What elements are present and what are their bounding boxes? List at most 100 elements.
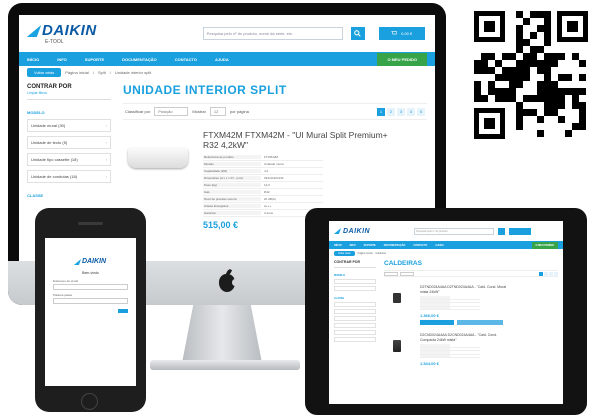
qr-module xyxy=(579,109,586,116)
page-button[interactable] xyxy=(549,271,553,276)
qr-module xyxy=(579,123,586,130)
search-input[interactable]: Pesquisa pelo nº do produto xyxy=(414,227,495,235)
product-price: 1.544,00 € xyxy=(420,361,439,366)
spec-value: A+++ xyxy=(264,204,272,208)
page-button[interactable] xyxy=(544,271,548,276)
page-button[interactable]: 5 xyxy=(417,107,425,116)
clear-filters-link[interactable]: Limpar filtros xyxy=(27,91,111,95)
qr-module xyxy=(481,67,488,74)
product-name[interactable]: D2TND024A4AA D2TND024A4AA - "Cald. Cond.… xyxy=(420,285,510,294)
nav-item-documentation[interactable]: DOCUMENTAÇÃO xyxy=(384,244,406,247)
boiler-image xyxy=(393,293,401,303)
qr-module xyxy=(544,67,551,74)
nav-item-home[interactable]: INÍCIO xyxy=(334,244,342,247)
nav-item-info[interactable]: INFO xyxy=(350,244,356,247)
my-order-button[interactable]: O MEU PEDIDO xyxy=(531,241,558,249)
nav-item-contact[interactable]: CONTACTO xyxy=(175,57,197,62)
page-button[interactable]: 1 xyxy=(377,107,385,116)
product-price: 1.366,00 € xyxy=(420,313,439,318)
spec-key: Garantia xyxy=(203,211,261,215)
qr-module xyxy=(509,88,516,95)
daikin-logo[interactable]: DAIKIN xyxy=(333,228,370,235)
product-image[interactable] xyxy=(384,285,410,311)
product-image[interactable] xyxy=(123,130,193,186)
filter-item[interactable] xyxy=(334,309,376,314)
details-button[interactable] xyxy=(457,320,503,325)
nav-item-help[interactable]: AJUDA xyxy=(215,57,229,62)
qr-module xyxy=(544,60,551,67)
apple-logo-icon xyxy=(219,274,238,292)
nav-item-info[interactable]: INFO xyxy=(57,57,67,62)
password-field[interactable] xyxy=(53,298,128,304)
qr-module xyxy=(544,39,551,46)
nav-item-documentation[interactable]: DOCUMENTAÇÃO xyxy=(122,57,157,62)
filter-item[interactable] xyxy=(334,279,376,284)
filter-item[interactable] xyxy=(334,330,376,335)
email-field[interactable] xyxy=(53,284,128,290)
sort-select[interactable] xyxy=(384,271,398,276)
qr-module xyxy=(579,74,586,81)
back-button[interactable]: Voltar atrás xyxy=(27,68,62,77)
qr-module xyxy=(537,25,544,32)
filter-item[interactable] xyxy=(334,286,376,291)
qr-module xyxy=(544,32,551,39)
qr-module xyxy=(530,60,537,67)
back-button[interactable]: Voltar atrás xyxy=(334,250,355,256)
login-title: Bem-vindo xyxy=(82,271,99,275)
qr-module xyxy=(474,67,481,74)
product-name[interactable]: FTXM42M FTXM42M - "UI Mural Split Premiu… xyxy=(203,130,403,150)
filter-item[interactable] xyxy=(334,323,376,328)
page-button[interactable] xyxy=(554,271,558,276)
qr-module xyxy=(544,11,551,18)
filter-item[interactable] xyxy=(334,337,376,342)
per-page-select[interactable]: 12 xyxy=(209,107,226,116)
breadcrumb-home[interactable]: Página inicial xyxy=(65,70,89,75)
filter-item[interactable] xyxy=(334,316,376,321)
filter-title: CONTRAR POR Limpar filtros xyxy=(27,84,111,100)
page-button[interactable] xyxy=(539,271,543,276)
search-input[interactable]: Pesquisa pelo nº do produto, nome da sér… xyxy=(202,27,343,40)
my-order-button[interactable]: O MEU PEDIDO xyxy=(377,52,427,66)
nav-item-contact[interactable]: CONTACTO xyxy=(413,244,427,247)
spec-key: Nível de pressão sonora xyxy=(203,197,261,201)
qr-module xyxy=(558,88,565,95)
qr-module xyxy=(516,46,523,53)
cart-button[interactable] xyxy=(509,227,532,235)
per-page-select[interactable] xyxy=(400,271,414,276)
page-button[interactable]: 3 xyxy=(397,107,405,116)
sort-select[interactable]: Posição xyxy=(154,107,189,116)
nav-item-help[interactable]: AJUDA xyxy=(435,244,444,247)
add-to-cart-button[interactable] xyxy=(420,320,454,325)
nav-item-support[interactable]: SUPORTE xyxy=(85,57,104,62)
filter-item[interactable]: Unidade mural (30) › xyxy=(27,119,111,132)
page-button[interactable]: 2 xyxy=(387,107,395,116)
breadcrumb-split[interactable]: Split xyxy=(98,70,106,75)
cart-button[interactable]: 0,00 € xyxy=(378,27,425,40)
filter-item[interactable]: Unidade de tecto (5) › xyxy=(27,136,111,149)
filter-item[interactable]: Unidade de condutas (18) › xyxy=(27,170,111,183)
search-button[interactable] xyxy=(350,27,365,40)
page-button[interactable]: 4 xyxy=(407,107,415,116)
qr-module xyxy=(474,81,481,88)
qr-module xyxy=(544,88,551,95)
qr-module xyxy=(558,116,565,123)
cart-icon xyxy=(391,31,398,35)
filter-item[interactable]: Unidade tipo cassette (18) › xyxy=(27,153,111,166)
product-name[interactable]: D2CND024A4AA D2CND024A4AA - "Cald. Cond.… xyxy=(420,333,510,342)
login-button[interactable] xyxy=(118,309,128,313)
search-button[interactable] xyxy=(498,227,506,235)
login-form: Bem-vindo Endereço de email Palavra-pass… xyxy=(53,271,128,313)
qr-module xyxy=(558,74,565,81)
qr-finder-pattern xyxy=(557,11,588,42)
filter-item[interactable] xyxy=(334,302,376,307)
site-header: DAIKIN E-TOOL Pesquisa pelo nº do produt… xyxy=(19,15,435,52)
qr-module xyxy=(558,95,565,102)
daikin-logo[interactable]: DAIKIN E-TOOL xyxy=(26,22,97,45)
nav-item-support[interactable]: SUPORTE xyxy=(364,244,376,247)
spec-value: 3 anos xyxy=(264,211,274,215)
qr-module xyxy=(474,95,481,102)
nav-item-home[interactable]: INÍCIO xyxy=(27,57,39,62)
breadcrumb-home[interactable]: Página inicial xyxy=(358,252,373,255)
product-image[interactable] xyxy=(384,333,410,359)
qr-module xyxy=(551,60,558,67)
